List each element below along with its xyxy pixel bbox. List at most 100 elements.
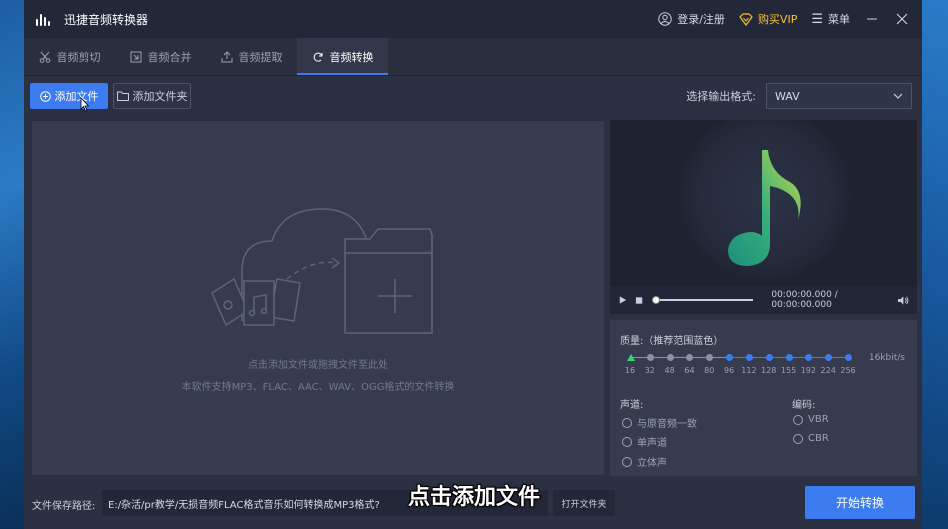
add-folder-button[interactable]: 添加文件夹: [113, 83, 191, 109]
audio-preview: [610, 120, 917, 312]
start-convert-label: 开始转换: [835, 496, 884, 510]
radio-label: 立体声: [637, 458, 667, 469]
extract-icon: [221, 50, 232, 62]
bitrate-stop[interactable]: [825, 354, 833, 361]
close-button[interactable]: [894, 11, 910, 27]
bitrate-tick-label: 155: [780, 366, 797, 375]
app-logo-icon: [36, 12, 56, 26]
bitrate-tick-label: 80: [704, 366, 715, 375]
audio-player: 00:00:00.000 / 00:00:00.000: [610, 286, 917, 314]
hamburger-icon: ☰: [811, 11, 823, 27]
output-format-value: WAV: [775, 89, 800, 103]
bitrate-tick-label: 112: [741, 366, 757, 375]
convert-icon: [313, 52, 322, 62]
channel-option-original[interactable]: 与原音频一致: [622, 415, 697, 430]
file-drop-zone[interactable]: 点击添加文件或拖拽文件至此处 本软件支持MP3、FLAC、AAC、WAV、OGG…: [31, 120, 605, 476]
bitrate-tick-label: 192: [800, 366, 816, 375]
scissors-icon: [39, 51, 50, 63]
tab-audio-merge[interactable]: 音频合并: [115, 38, 206, 75]
radio-label: CBR: [808, 433, 829, 444]
encoding-option-vbr[interactable]: VBR: [793, 414, 829, 425]
tab-audio-extract[interactable]: 音频提取: [206, 38, 297, 75]
minimize-icon: [867, 18, 877, 20]
buy-vip-button[interactable]: 购买VIP: [739, 11, 797, 27]
radio-label: 与原音频一致: [637, 419, 697, 430]
drop-hint-text: 点击添加文件或拖拽文件至此处: [248, 360, 388, 371]
start-convert-button[interactable]: 开始转换: [805, 486, 915, 519]
bitrate-stop[interactable]: [706, 354, 714, 361]
tab-audio-convert[interactable]: 音频转换: [297, 38, 388, 75]
play-icon[interactable]: [618, 295, 627, 305]
bitrate-stop[interactable]: [845, 354, 852, 361]
open-folder-button[interactable]: 打开文件夹: [553, 490, 615, 516]
desktop-background-right: [922, 0, 948, 529]
tab-label: 音频合并: [147, 50, 192, 64]
diamond-icon: [739, 12, 753, 26]
encoding-label: 编码:: [792, 400, 816, 411]
bitrate-readout: 16kbit/s: [868, 353, 905, 363]
bitrate-stop[interactable]: [646, 354, 654, 361]
app-title: 迅捷音频转换器: [64, 12, 149, 27]
vip-label: 购买VIP: [757, 13, 798, 26]
bitrate-stop[interactable]: [765, 354, 773, 361]
bitrate-stop[interactable]: [726, 354, 734, 361]
menu-button[interactable]: ☰ 菜单: [811, 11, 850, 27]
mouse-cursor-icon: [80, 97, 90, 112]
bitrate-stop[interactable]: [666, 354, 674, 361]
menu-label: 菜单: [828, 13, 850, 26]
bottom-bar: 文件保存路径: E:/杂活/pr教学/无损音频FLAC格式音乐如何转换成MP3格…: [24, 480, 922, 529]
user-icon: [658, 12, 672, 26]
tab-label: 音频剪切: [56, 50, 101, 64]
bitrate-tick-label: 32: [644, 366, 655, 375]
radio-circle: [622, 456, 632, 467]
channel-option-mono[interactable]: 单声道: [622, 434, 667, 449]
function-tabs: 音频剪切 音频合并 音频提取 音频转换: [24, 38, 922, 76]
bitrate-tick-label: 96: [723, 366, 735, 375]
merge-icon: [130, 51, 141, 62]
bitrate-tick-label: 128: [761, 366, 777, 375]
output-format-select[interactable]: WAV: [766, 83, 912, 109]
channel-option-stereo[interactable]: 立体声: [622, 454, 667, 469]
bitrate-stop[interactable]: [745, 354, 753, 361]
radio-circle: [793, 433, 803, 444]
tab-label: 音频转换: [329, 50, 374, 64]
app-window: 迅捷音频转换器 登录/注册 购买VIP ☰ 菜单 音频剪切 音频合并 音频提取 …: [24, 0, 922, 529]
minimize-button[interactable]: [864, 11, 880, 27]
supported-formats-text: 本软件支持MP3、FLAC、AAC、WAV、OGG格式的文件转换: [181, 382, 455, 393]
playback-time: 00:00:00.000 / 00:00:00.000: [771, 290, 838, 310]
bitrate-stop[interactable]: [785, 354, 793, 361]
playback-progress-slider[interactable]: [652, 296, 754, 304]
radio-label: 单声道: [637, 438, 667, 449]
save-path-label: 文件保存路径:: [32, 501, 96, 512]
stop-icon[interactable]: [635, 296, 643, 305]
encoding-option-cbr[interactable]: CBR: [793, 433, 829, 444]
bitrate-tick-label: 48: [664, 366, 675, 375]
progress-handle[interactable]: [652, 296, 661, 304]
radio-circle: [793, 414, 803, 425]
drop-files-illustration-icon: [211, 208, 433, 334]
conversion-settings: 质量:（推荐范围蓝色） 16 32 48 64 80 96 112 128 155 192 224 2…: [610, 320, 917, 476]
bitrate-tick-label: 224: [820, 366, 836, 375]
toolbar: 添加文件 添加文件夹 选择输出格式: WAV: [24, 76, 922, 116]
save-path-input[interactable]: E:/杂活/pr教学/无损音频FLAC格式音乐如何转换成MP3格式?: [102, 490, 548, 516]
bitrate-tick-label: 16: [624, 366, 636, 375]
bitrate-slider[interactable]: 16 32 48 64 80 96 112 128 155 192 224 256: [620, 352, 856, 382]
volume-icon[interactable]: [897, 295, 909, 306]
title-bar: 迅捷音频转换器 登录/注册 购买VIP ☰ 菜单: [24, 0, 922, 38]
quality-label: 质量:（推荐范围蓝色）: [620, 336, 724, 347]
tab-audio-cut[interactable]: 音频剪切: [24, 38, 115, 75]
bitrate-stop[interactable]: [805, 354, 813, 361]
tab-label: 音频提取: [238, 50, 283, 64]
login-button[interactable]: 登录/注册: [658, 11, 725, 27]
add-file-button[interactable]: 添加文件: [30, 83, 108, 109]
add-file-label: 添加文件: [54, 90, 99, 103]
login-label: 登录/注册: [677, 13, 725, 26]
desktop-background-left: [0, 0, 24, 529]
radio-circle: [622, 436, 632, 447]
save-path-value: E:/杂活/pr教学/无损音频FLAC格式音乐如何转换成MP3格式?: [108, 499, 380, 511]
chevron-down-icon: [893, 93, 903, 99]
radio-label: VBR: [808, 414, 829, 425]
bitrate-stop[interactable]: [686, 354, 694, 361]
plus-circle-icon: [39, 90, 51, 102]
bitrate-stop[interactable]: [627, 354, 635, 361]
